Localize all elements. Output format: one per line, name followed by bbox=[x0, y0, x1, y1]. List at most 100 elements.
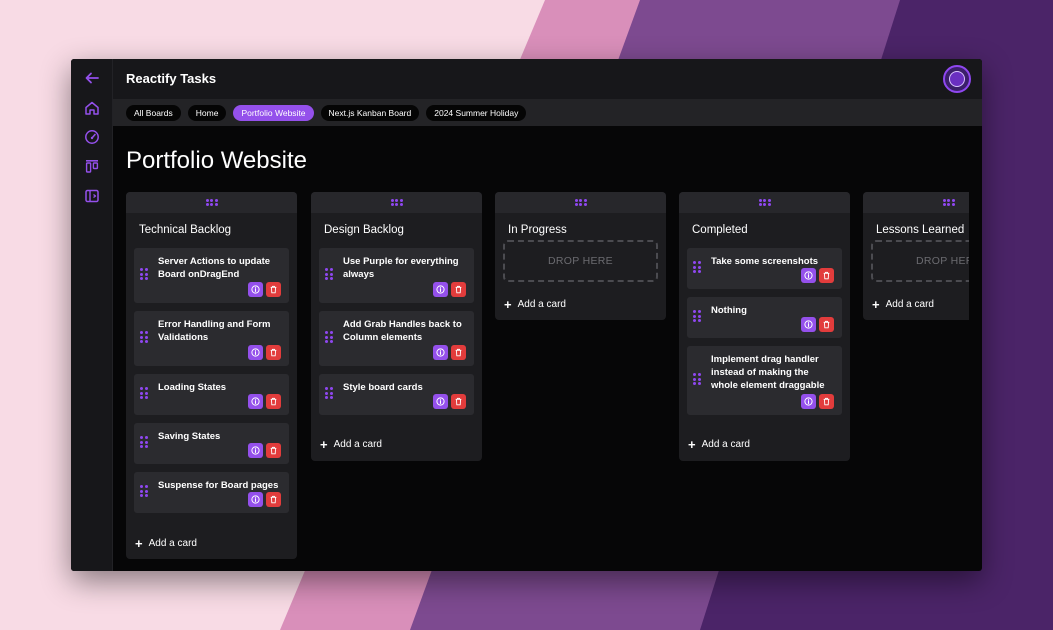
add-card-label: Add a card bbox=[333, 439, 382, 450]
card-grip-icon[interactable] bbox=[325, 387, 333, 399]
card-grip-icon[interactable] bbox=[693, 261, 701, 273]
card-info-button[interactable] bbox=[248, 492, 263, 507]
plus-icon: + bbox=[135, 535, 143, 551]
trash-icon bbox=[823, 320, 830, 329]
card-grip-icon[interactable] bbox=[325, 268, 333, 280]
grip-icon bbox=[390, 198, 403, 207]
add-card-button[interactable]: + Add a card bbox=[872, 296, 934, 312]
card-grip-icon[interactable] bbox=[140, 331, 148, 343]
kanban-icon[interactable] bbox=[83, 157, 101, 175]
card-delete-button[interactable] bbox=[266, 282, 281, 297]
info-icon bbox=[436, 348, 445, 357]
plus-icon: + bbox=[320, 436, 328, 452]
column-technical-backlog: Technical Backlog Server Actions to upda… bbox=[126, 192, 297, 559]
card[interactable]: Implement drag handler instead of making… bbox=[687, 346, 842, 415]
info-icon bbox=[436, 397, 445, 406]
tab-home[interactable]: Home bbox=[187, 104, 227, 121]
trash-icon bbox=[270, 285, 277, 294]
card-grip-icon[interactable] bbox=[140, 436, 148, 448]
arrow-left-icon[interactable] bbox=[83, 69, 101, 87]
add-card-button[interactable]: + Add a card bbox=[504, 296, 566, 312]
card[interactable]: Server Actions to update Board onDragEnd bbox=[134, 248, 289, 303]
card-title: Use Purple for everything always bbox=[343, 256, 459, 280]
card-grip-icon[interactable] bbox=[325, 331, 333, 343]
panel-icon[interactable] bbox=[83, 187, 101, 205]
card-delete-button[interactable] bbox=[451, 282, 466, 297]
card[interactable]: Add Grab Handles back to Column elements bbox=[319, 311, 474, 366]
column-drag-handle[interactable] bbox=[126, 192, 297, 213]
trash-icon bbox=[270, 446, 277, 455]
card[interactable]: Nothing bbox=[687, 297, 842, 338]
plus-icon: + bbox=[504, 296, 512, 312]
top-bar: Reactify Tasks bbox=[113, 59, 982, 99]
info-icon bbox=[251, 285, 260, 294]
user-avatar[interactable] bbox=[943, 65, 971, 93]
card-info-button[interactable] bbox=[801, 268, 816, 283]
tab-all-boards[interactable]: All Boards bbox=[126, 104, 181, 121]
card[interactable]: Error Handling and Form Validations bbox=[134, 311, 289, 366]
card-delete-button[interactable] bbox=[266, 443, 281, 458]
card-delete-button[interactable] bbox=[819, 268, 834, 283]
card-info-button[interactable] bbox=[801, 317, 816, 332]
column-drag-handle[interactable] bbox=[495, 192, 666, 213]
add-card-button[interactable]: + Add a card bbox=[320, 436, 382, 452]
card-delete-button[interactable] bbox=[451, 394, 466, 409]
card-delete-button[interactable] bbox=[266, 394, 281, 409]
card[interactable]: Take some screenshots bbox=[687, 248, 842, 289]
card-grip-icon[interactable] bbox=[693, 310, 701, 322]
card-grip-icon[interactable] bbox=[693, 373, 701, 385]
card-info-button[interactable] bbox=[433, 394, 448, 409]
add-card-button[interactable]: + Add a card bbox=[688, 436, 750, 452]
add-card-label: Add a card bbox=[701, 439, 750, 450]
plus-icon: + bbox=[872, 296, 880, 312]
trash-icon bbox=[823, 271, 830, 280]
columns-container: Technical Backlog Server Actions to upda… bbox=[126, 192, 969, 571]
card-title: Error Handling and Form Validations bbox=[158, 319, 271, 343]
card-info-button[interactable] bbox=[248, 394, 263, 409]
gauge-icon[interactable] bbox=[83, 128, 101, 146]
card-delete-button[interactable] bbox=[266, 345, 281, 360]
card-delete-button[interactable] bbox=[266, 492, 281, 507]
card[interactable]: Style board cards bbox=[319, 374, 474, 415]
card-grip-icon[interactable] bbox=[140, 387, 148, 399]
info-icon bbox=[804, 397, 813, 406]
card-info-button[interactable] bbox=[248, 443, 263, 458]
trash-icon bbox=[455, 285, 462, 294]
card-title: Add Grab Handles back to Column elements bbox=[343, 319, 462, 343]
trash-icon bbox=[270, 495, 277, 504]
info-icon bbox=[251, 397, 260, 406]
card-info-button[interactable] bbox=[248, 345, 263, 360]
tab-2024-summer-holiday[interactable]: 2024 Summer Holiday bbox=[426, 104, 527, 121]
card-title: Implement drag handler instead of making… bbox=[711, 354, 825, 391]
add-card-label: Add a card bbox=[517, 299, 566, 310]
drop-zone[interactable]: DROP HERE bbox=[503, 240, 658, 282]
card-grip-icon[interactable] bbox=[140, 485, 148, 497]
plus-icon: + bbox=[688, 436, 696, 452]
card-info-button[interactable] bbox=[433, 282, 448, 297]
card-title: Loading States bbox=[158, 382, 227, 393]
add-card-button[interactable]: + Add a card bbox=[135, 535, 197, 551]
tab-portfolio-website[interactable]: Portfolio Website bbox=[233, 104, 314, 121]
tab-nextjs-kanban-board[interactable]: Next.js Kanban Board bbox=[320, 104, 420, 121]
card[interactable]: Saving States bbox=[134, 423, 289, 464]
column-drag-handle[interactable] bbox=[311, 192, 482, 213]
card-info-button[interactable] bbox=[433, 345, 448, 360]
info-icon bbox=[804, 320, 813, 329]
card-delete-button[interactable] bbox=[819, 394, 834, 409]
drop-zone[interactable]: DROP HERE bbox=[871, 240, 969, 282]
column-drag-handle[interactable] bbox=[679, 192, 850, 213]
column-title: Technical Backlog bbox=[139, 224, 232, 236]
card-info-button[interactable] bbox=[248, 282, 263, 297]
grip-icon bbox=[205, 198, 218, 207]
column-drag-handle[interactable] bbox=[863, 192, 969, 213]
card[interactable]: Use Purple for everything always bbox=[319, 248, 474, 303]
card-delete-button[interactable] bbox=[819, 317, 834, 332]
home-icon[interactable] bbox=[83, 99, 101, 117]
card[interactable]: Suspense for Board pages bbox=[134, 472, 289, 513]
card[interactable]: Loading States bbox=[134, 374, 289, 415]
card-delete-button[interactable] bbox=[451, 345, 466, 360]
column-title: Design Backlog bbox=[324, 224, 404, 236]
card-info-button[interactable] bbox=[801, 394, 816, 409]
info-icon bbox=[251, 348, 260, 357]
card-grip-icon[interactable] bbox=[140, 268, 148, 280]
